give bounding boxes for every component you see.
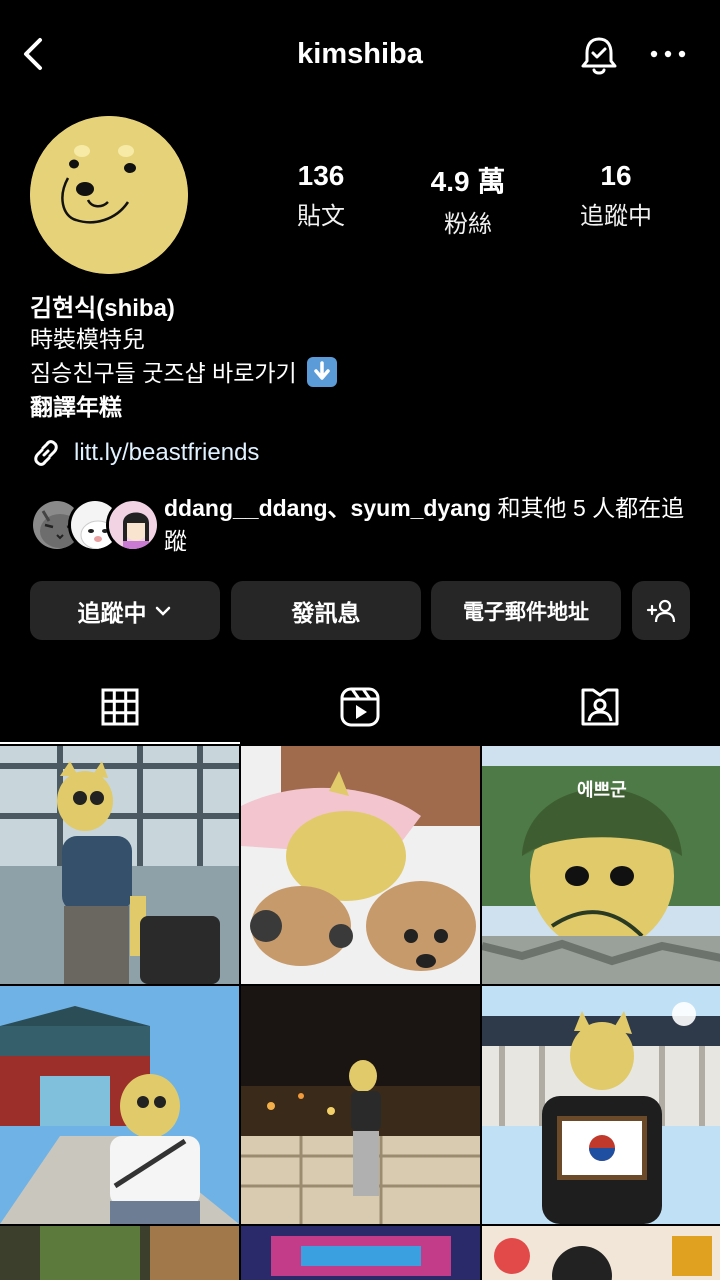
follower-avatar-3 [106,498,160,552]
profile-link[interactable]: litt.ly/beastfriends [30,436,259,470]
email-button[interactable]: 電子郵件地址 [431,581,621,640]
post-thumbnail[interactable] [482,1226,720,1280]
bio-line-2: 짐승친구들 굿즈샵 바로가기 [30,356,690,390]
bio-line-2-text: 짐승친구들 굿즈샵 바로가기 [30,360,297,386]
profile-tabs [0,670,720,744]
following-button-label: 追蹤中 [77,599,147,626]
post-thumbnail[interactable] [0,1226,239,1280]
shiba-face-illustration [30,116,188,274]
post-thumbnail[interactable] [241,746,480,984]
tab-tagged[interactable] [480,670,720,744]
reels-icon [340,687,380,727]
post-thumbnail[interactable]: 에쁘군 [482,746,720,984]
email-button-label: 電子郵件地址 [463,600,589,624]
following-button[interactable]: 追蹤中 [30,581,220,640]
post-thumbnail[interactable] [482,986,720,1224]
post-thumbnail[interactable] [0,746,239,984]
suggested-users-button[interactable] [632,581,690,640]
followed-by-text: ddang__ddang、syum_dyang 和其他 5 人都在追蹤 [164,492,704,558]
bio-line-3: 翻譯年糕 [30,394,122,420]
grid-icon [101,688,139,726]
stat-following-value: 16 [600,160,632,191]
message-button[interactable]: 發訊息 [231,581,421,640]
stat-followers-value: 4.9 萬 [430,166,506,197]
tab-reels[interactable] [240,670,480,744]
chevron-down-icon [155,606,170,616]
post-thumbnail[interactable] [241,1226,480,1280]
down-arrow-emoji-icon [307,357,338,387]
followed-by[interactable]: ddang__ddang、syum_dyang 和其他 5 人都在追蹤 [30,490,710,560]
post-thumbnail[interactable] [241,986,480,1224]
add-person-icon [646,599,676,622]
svg-text:에쁘군: 에쁘군 [577,780,627,801]
stat-following[interactable]: 16 追蹤中 [541,160,691,231]
profile-name: 김현식(shiba) [30,295,175,322]
stat-posts-value: 136 [297,160,345,191]
post-thumbnail[interactable] [0,986,239,1224]
tab-active-indicator [0,742,240,744]
message-button-label: 發訊息 [291,599,361,626]
stat-posts[interactable]: 136 貼文 [246,160,396,231]
tagged-icon [581,688,619,726]
stat-following-label: 追蹤中 [580,203,652,230]
stat-posts-label: 貼文 [297,203,345,230]
profile-bio: 김현식(shiba) 時裝模特兒 짐승친구들 굿즈샵 바로가기 翻譯年糕 [30,288,690,424]
followed-by-names: ddang__ddang、syum_dyang [164,495,492,521]
more-dots-icon[interactable] [648,44,688,64]
bell-check-icon[interactable] [577,34,621,78]
stat-followers[interactable]: 4.9 萬 粉絲 [393,160,543,239]
tab-grid[interactable] [0,670,240,744]
top-bar: kimshiba [0,0,720,110]
profile-link-text: litt.ly/beastfriends [74,439,260,466]
bio-line-1: 時裝模特兒 [30,326,145,352]
avatar[interactable] [30,116,188,274]
link-icon [34,440,58,466]
stat-followers-label: 粉絲 [444,211,492,238]
